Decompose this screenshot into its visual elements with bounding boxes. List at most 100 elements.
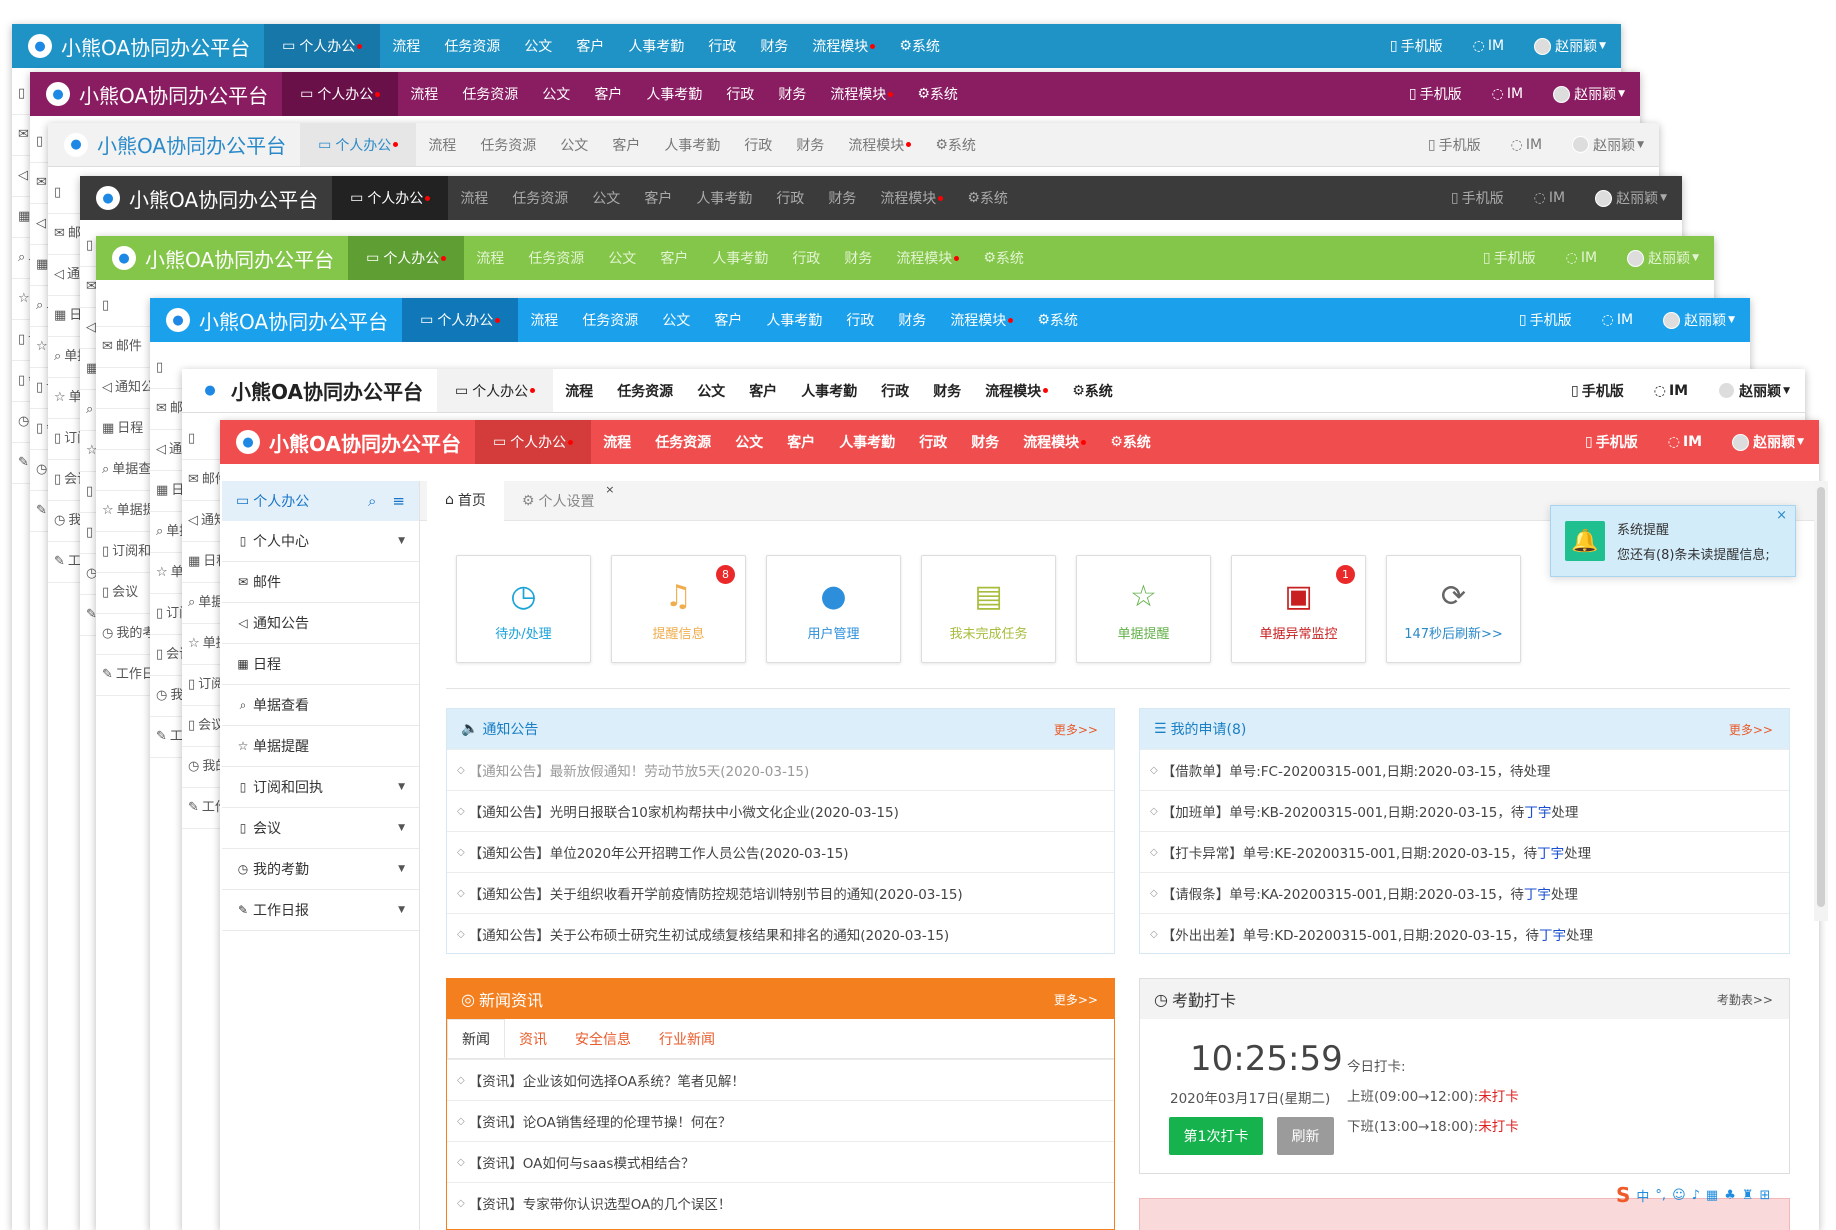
nav-item-1[interactable]: 任务资源 [450, 72, 530, 116]
nav-item-2[interactable]: 公文 [580, 176, 632, 220]
nav-item-0[interactable]: 流程 [464, 236, 516, 280]
apply-row[interactable]: ◇ 【借款单】单号:FC-20200315-001,日期:2020-03-15，待… [1140, 749, 1789, 790]
nav-item-personal[interactable]: ▭ 个人办公 [282, 72, 399, 116]
sidebar-stub-calendar-item[interactable]: ▦日程 [96, 409, 150, 450]
sidebar-stub-clock-item[interactable]: ◷我的考勤 [80, 554, 96, 595]
sidebar-stub-bookmark-item[interactable]: ▯会议 [12, 361, 30, 402]
nav-item-8[interactable]: ⚙ 系统 [887, 24, 952, 68]
sidebar-stub-bookmark-item[interactable]: ▯订阅和回执 [12, 320, 30, 361]
sidebar-stub-search-item[interactable]: ⌕单据查看 [150, 512, 182, 553]
nav-item-1[interactable]: 任务资源 [570, 298, 650, 342]
punct-icon[interactable]: °, [1655, 1188, 1666, 1203]
sidebar-stub-envelope-item[interactable]: ✉邮件 [12, 115, 30, 156]
nav-item-2[interactable]: 公文 [596, 236, 648, 280]
sidebar-stub-bookmark-item[interactable]: ▯会议 [150, 635, 182, 676]
close-icon[interactable]: × [605, 483, 614, 496]
sidebar-item[interactable]: ⌕ 单据查看 [222, 685, 419, 726]
nav-item-7[interactable]: 流程模块 [1011, 420, 1098, 464]
brand-logo[interactable]: ● 小熊OA协同办公平台 [12, 24, 264, 68]
im-link[interactable]: ◌ IM [1653, 420, 1717, 464]
sidebar-item[interactable]: ▦ 日程 [222, 644, 419, 685]
sidebar-stub-search-item[interactable]: ⌕单据查看 [96, 450, 150, 491]
nav-item-1[interactable]: 任务资源 [432, 24, 512, 68]
mic-icon[interactable]: ♪ [1692, 1188, 1700, 1203]
mobile-link[interactable]: ▯ 手机版 [1394, 72, 1477, 116]
sidebar-stub-calendar-item[interactable]: ▦日程 [12, 197, 30, 238]
nav-item-personal[interactable]: ▭ 个人办公 [264, 24, 381, 68]
sidebar-stub-bookmark-item[interactable]: ▯会议 [80, 513, 96, 554]
mobile-link[interactable]: ▯ 手机版 [1436, 176, 1519, 220]
nav-item-4[interactable]: 人事考勤 [684, 176, 764, 220]
apply-more-link[interactable]: 更多>> [1729, 721, 1773, 738]
tab-home[interactable]: ⌂ 首页 [427, 481, 504, 521]
sidebar-stub-edit-item[interactable]: ✎工作日报 [182, 788, 220, 829]
sidebar-stub-clock-item[interactable]: ◷我的考勤 [30, 450, 48, 491]
brand-logo[interactable]: ● 小熊OA协同办公平台 [48, 123, 300, 166]
news-more-link[interactable]: 更多>> [1054, 991, 1098, 1008]
nav-item-8[interactable]: ⚙ 系统 [923, 123, 988, 166]
brand-logo[interactable]: ● 小熊OA协同办公平台 [30, 72, 282, 116]
tab-settings[interactable]: ⚙ 个人设置 × [504, 481, 615, 521]
sidebar-stub-bookmark-item[interactable]: ▯ [96, 286, 150, 327]
nav-item-6[interactable]: 财务 [832, 236, 884, 280]
nav-item-1[interactable]: 任务资源 [605, 369, 685, 412]
nav-item-2[interactable]: 公文 [530, 72, 582, 116]
nav-item-6[interactable]: 财务 [886, 298, 938, 342]
nav-item-5[interactable]: 行政 [869, 369, 921, 412]
sidebar-stub-star-item[interactable]: ☆单据提醒 [12, 279, 30, 320]
sidebar-stub-bookmark-item[interactable]: ▯订阅和回执 [30, 368, 48, 409]
user-menu[interactable]: 赵丽颖 ▼ [1612, 236, 1714, 280]
nav-item-8[interactable]: ⚙ 系统 [955, 176, 1020, 220]
sidebar-stub-envelope-item[interactable]: ✉邮件 [30, 163, 48, 204]
sidebar-stub-volume-item[interactable]: ◁通知公告 [96, 368, 150, 409]
sidebar-stub-volume-item[interactable]: ◁通知公告 [182, 501, 220, 542]
user-menu[interactable]: 赵丽颖 ▼ [1557, 123, 1659, 166]
nav-item-3[interactable]: 客户 [702, 298, 754, 342]
nav-item-2[interactable]: 公文 [723, 420, 775, 464]
im-link[interactable]: ◌ IM [1551, 236, 1612, 280]
notice-more-link[interactable]: 更多>> [1054, 721, 1098, 738]
sidebar-item[interactable]: ▯ 会议 ▼ [222, 808, 419, 849]
nav-item-5[interactable]: 行政 [780, 236, 832, 280]
punch-button[interactable]: 第1次打卡 [1169, 1117, 1263, 1155]
nav-item-personal[interactable]: ▭ 个人办公 [348, 236, 465, 280]
sidebar-stub-clock-item[interactable]: ◷我的考勤 [12, 402, 30, 443]
scrollbar-thumb[interactable] [1817, 487, 1825, 907]
emoji-icon[interactable]: ☺ [1672, 1188, 1686, 1203]
nav-item-4[interactable]: 人事考勤 [789, 369, 869, 412]
mobile-link[interactable]: ▯ 手机版 [1504, 298, 1587, 342]
apply-row-user[interactable]: 丁宇 [1524, 883, 1551, 903]
nav-item-1[interactable]: 任务资源 [468, 123, 548, 166]
mobile-link[interactable]: ▯ 手机版 [1375, 24, 1458, 68]
sidebar-item[interactable]: ▯ 个人中心 ▼ [222, 521, 419, 562]
brand-logo[interactable]: ● 小熊OA协同办公平台 [150, 298, 402, 342]
nav-item-8[interactable]: ⚙ 系统 [1025, 298, 1090, 342]
apply-row[interactable]: ◇ 【打卡异常】单号:KE-20200315-001,日期:2020-03-15，… [1140, 831, 1789, 872]
nav-item-3[interactable]: 客户 [564, 24, 616, 68]
apply-row[interactable]: ◇ 【加班单】单号:KB-20200315-001,日期:2020-03-15，待… [1140, 790, 1789, 831]
sidebar-stub-star-item[interactable]: ☆单据提醒 [96, 491, 150, 532]
user-menu[interactable]: 赵丽颖 ▼ [1648, 298, 1750, 342]
news-tab[interactable]: 新闻 [447, 1019, 505, 1058]
nav-item-4[interactable]: 人事考勤 [652, 123, 732, 166]
sidebar-stub-calendar-item[interactable]: ▦日程 [150, 471, 182, 512]
attendance-table-link[interactable]: 考勤表>> [1717, 991, 1773, 1008]
mobile-link[interactable]: ▯ 手机版 [1413, 123, 1496, 166]
user-menu[interactable]: 赵丽颖 ▼ [1703, 369, 1805, 412]
sidebar-stub-bookmark-item[interactable]: ▯会议 [182, 706, 220, 747]
sidebar-stub-star-item[interactable]: ☆单据提醒 [150, 553, 182, 594]
sidebar-stub-edit-item[interactable]: ✎工作日报 [80, 595, 96, 636]
nav-item-0[interactable]: 流程 [591, 420, 643, 464]
nav-item-8[interactable]: ⚙ 系统 [971, 236, 1036, 280]
nav-item-6[interactable]: 财务 [766, 72, 818, 116]
nav-item-4[interactable]: 人事考勤 [616, 24, 696, 68]
nav-item-6[interactable]: 财务 [784, 123, 836, 166]
nav-item-3[interactable]: 客户 [582, 72, 634, 116]
nav-item-7[interactable]: 流程模块 [938, 298, 1025, 342]
nav-item-6[interactable]: 财务 [816, 176, 868, 220]
sidebar-stub-bookmark-item[interactable]: ▯订阅和回执 [96, 532, 150, 573]
nav-item-7[interactable]: 流程模块 [818, 72, 905, 116]
nav-item-personal[interactable]: ▭ 个人办公 [436, 369, 554, 412]
nav-item-0[interactable]: 流程 [398, 72, 450, 116]
nav-item-4[interactable]: 人事考勤 [754, 298, 834, 342]
